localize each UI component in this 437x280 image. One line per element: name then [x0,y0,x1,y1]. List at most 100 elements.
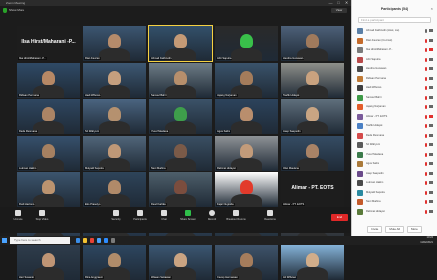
video-tile[interactable]: Rahmat Hidayat [215,135,278,171]
video-tile[interactable]: Dede Rusmana [17,99,80,134]
microphone-icon[interactable] [425,105,427,109]
microphone-icon[interactable] [425,162,427,166]
microphone-icon[interactable] [425,181,427,185]
taskbar-app-icon[interactable] [90,238,94,243]
record-button[interactable]: Record [200,210,224,221]
video-tile[interactable]: Dewi Kartika [149,172,212,207]
microphone-icon[interactable] [425,38,427,43]
video-camera-icon[interactable] [429,76,433,80]
video-tile[interactable]: Rian Fauzan [83,26,146,61]
video-camera-icon[interactable] [429,124,433,127]
video-tile[interactable]: Neni Marlina [149,135,212,171]
microphone-icon[interactable] [425,171,427,176]
participant-row[interactable]: Ahmad Fakhrudin (Host, me) [355,27,434,37]
video-tile[interactable]: Fajar Nugraha [215,172,278,207]
video-tile[interactable]: Irfan Maulana [281,135,344,171]
mute-button[interactable]: Unmute [6,210,30,221]
taskbar-search-input[interactable]: Type here to search [10,237,70,244]
video-camera-icon[interactable] [429,143,433,146]
video-camera-icon[interactable] [429,67,433,70]
chat-button[interactable]: Chat [152,210,176,221]
video-tile[interactable]: Arbi Saputra [215,26,278,61]
microphone-icon[interactable] [425,209,427,214]
video-tile[interactable]: Hadi Wibowo [83,62,146,98]
participant-row[interactable]: Asep Saepudin [355,170,434,180]
participants-button[interactable]: Participants [128,210,152,221]
video-camera-icon[interactable] [429,29,433,32]
microphone-icon[interactable] [425,124,427,128]
participant-row[interactable]: Alimar - PT. EOTS [355,113,434,123]
microphone-icon[interactable] [425,190,427,195]
microphone-icon[interactable] [425,76,427,81]
taskbar-app-icon[interactable] [104,238,108,243]
participant-row[interactable]: Taufik Hidayat [355,122,434,132]
video-camera-icon[interactable] [429,190,433,194]
video-tile[interactable]: Cecep Hermawan [215,245,278,280]
participant-search-input[interactable]: Find a participant [358,17,431,23]
microphone-icon[interactable] [425,143,427,147]
video-tile[interactable]: Asep Saepudin [281,99,344,134]
video-tile[interactable]: Agus Salim [215,99,278,134]
microphone-icon[interactable] [425,29,427,33]
video-tile[interactable]: Wawan Setiawan [149,245,212,280]
video-camera-icon[interactable] [429,38,433,42]
video-camera-icon[interactable] [429,57,433,61]
video-tile[interactable]: Rina Anggraeni [83,245,146,280]
video-camera-icon[interactable] [429,133,433,137]
participant-row[interactable]: Rahmat Hidayat [355,208,434,218]
video-tile[interactable]: Ilsa Hirst/Maharani -P... Ilsa Hirst/Maha… [17,26,80,61]
video-tile[interactable]: Sri Wahyuni [83,99,146,134]
participant-row[interactable]: Dede Rusmana [355,132,434,142]
video-tile[interactable]: Hendra Gunawan [281,26,344,61]
participant-row[interactable]: Ilsa Hirst/Maharani -P... [355,46,434,56]
panel-close-icon[interactable]: × [431,6,433,11]
participant-row[interactable]: Jajang Nurjaman [355,103,434,113]
microphone-icon[interactable] [425,86,427,90]
video-camera-icon[interactable] [429,86,433,89]
participant-row[interactable]: Hadi Wibowo [355,84,434,94]
participant-row[interactable]: Samsul Bahri [355,94,434,104]
participant-row[interactable]: Rian Fauzan (Co-host) [355,37,434,47]
video-tile[interactable]: Alimar - PT. EOTS Alimar - PT. EOTS [281,172,344,207]
participant-row[interactable]: Ridwan Permana [355,75,434,85]
participant-row[interactable]: Agus Salim [355,160,434,170]
participant-row[interactable]: Mulyadi Saputra [355,189,434,199]
video-camera-icon[interactable] [429,200,433,203]
video-tile[interactable]: Rudi Hartono [17,172,80,207]
microphone-icon[interactable] [425,95,427,100]
taskbar-app-icon[interactable] [83,238,87,243]
breakout-button[interactable]: Breakout Rooms [224,210,248,221]
video-camera-icon[interactable] [429,162,433,165]
video-camera-icon[interactable] [429,95,433,99]
taskbar-app-icon[interactable] [111,238,115,243]
video-tile[interactable]: Samsul Bahri [149,62,212,98]
video-camera-icon[interactable] [429,114,433,118]
video-tile[interactable]: Ahmad Fakhrudin [148,25,213,62]
microphone-icon[interactable] [425,133,427,138]
video-camera-icon[interactable] [429,181,433,184]
microphone-icon[interactable] [425,57,427,62]
meeting-info[interactable]: Show More [9,7,24,14]
video-tile[interactable]: Yusuf Maulana [149,99,212,134]
more-button[interactable]: More [407,226,422,233]
video-tile[interactable]: Ridwan Permana [17,62,80,98]
video-button[interactable]: Stop Video [30,210,54,221]
video-tile[interactable]: Eko Prasetyo [83,172,146,207]
participant-row[interactable]: Hendra Gunawan [355,65,434,75]
taskbar-app-icon[interactable] [97,238,101,243]
video-camera-icon[interactable] [429,209,433,213]
participant-row[interactable]: Sri Wahyuni [355,141,434,151]
start-menu-icon[interactable] [2,238,7,243]
view-button[interactable]: View [331,8,347,13]
participant-row[interactable]: Lukman Hakim [355,179,434,189]
encryption-shield-icon[interactable] [3,8,7,13]
taskbar-app-icon[interactable] [76,238,80,243]
share-button[interactable]: Share Screen [176,210,200,221]
microphone-icon[interactable] [425,48,427,52]
microphone-icon[interactable] [425,200,427,204]
video-tile[interactable]: Lukman Hakim [17,135,80,171]
video-camera-icon[interactable] [429,105,433,108]
participant-row[interactable]: Yusuf Maulana [355,151,434,161]
invite-button[interactable]: Invite [367,226,383,233]
video-tile[interactable]: Mulyadi Saputra [83,135,146,171]
